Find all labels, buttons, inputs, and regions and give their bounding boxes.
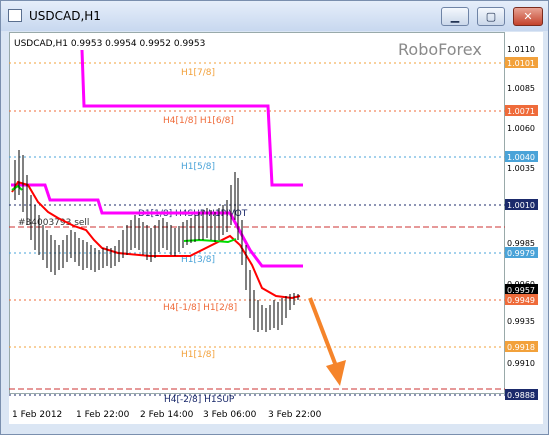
price-box-0-9979: 0.9979: [507, 249, 535, 258]
price-box-0-9918: 0.9918: [507, 343, 535, 352]
forecast-arrow-head: [326, 360, 346, 386]
time-tick-3: 2 Feb 14:00: [140, 410, 194, 420]
green-ma-line-2: [183, 238, 237, 244]
price-tick-0-9985: 0.9985: [507, 239, 535, 248]
price-tick-0-9910: 0.9910: [507, 359, 535, 368]
price-highlights: 1.0101 1.0071 1.0040 1.0010 0.9979 0.995…: [505, 57, 538, 400]
price-box-1-0101: 1.0101: [507, 59, 535, 68]
chart-canvas: USDCAD,H1 0.9953 0.9954 0.9952 0.9953 Ro…: [9, 39, 538, 420]
price-box-0-9949: 0.9949: [507, 296, 535, 305]
order-label: #34003793 sell: [18, 218, 89, 228]
green-ma-line: [11, 184, 23, 191]
label-h1-5-8: H1[5/8]: [181, 162, 215, 172]
label-h4-m2-8-h1sup: H4[-2/8] H1SUP: [164, 395, 235, 405]
forecast-arrow-line: [308, 297, 338, 367]
label-h4-m1-8-h1-2-8: H4[-1/8] H1[2/8]: [163, 303, 237, 313]
price-tick-1-0035: 1.0035: [507, 164, 535, 173]
price-tick-0-9935: 0.9935: [507, 317, 535, 326]
chart-header-text: USDCAD,H1 0.9953 0.9954 0.9952 0.9953: [14, 39, 205, 49]
price-box-0-9888: 0.9888: [507, 391, 535, 400]
price-tick-1-0110: 1.0110: [507, 45, 535, 54]
time-tick-1: 1 Feb 2012: [12, 410, 62, 420]
watermark: RoboForex: [398, 40, 482, 59]
label-h1-1-8: H1[1/8]: [181, 350, 215, 360]
price-box-1-0040: 1.0040: [507, 153, 535, 162]
price-box-0-9957: 0.9957: [507, 286, 535, 295]
price-tick-1-0060: 1.0060: [507, 124, 535, 133]
time-tick-labels: 1 Feb 2012 1 Feb 22:00 2 Feb 14:00 3 Feb…: [12, 410, 322, 420]
label-h4-1-8-h1-6-8: H4[1/8] H1[6/8]: [163, 116, 234, 126]
price-box-1-0010: 1.0010: [507, 201, 535, 210]
time-tick-4: 3 Feb 06:00: [203, 410, 257, 420]
price-tick-1-0085: 1.0085: [507, 84, 535, 93]
candles: [14, 150, 299, 332]
label-h1-7-8: H1[7/8]: [181, 68, 215, 78]
time-tick-5: 3 Feb 22:00: [268, 410, 322, 420]
time-tick-2: 1 Feb 22:00: [76, 410, 130, 420]
price-box-1-0071: 1.0071: [507, 107, 535, 116]
